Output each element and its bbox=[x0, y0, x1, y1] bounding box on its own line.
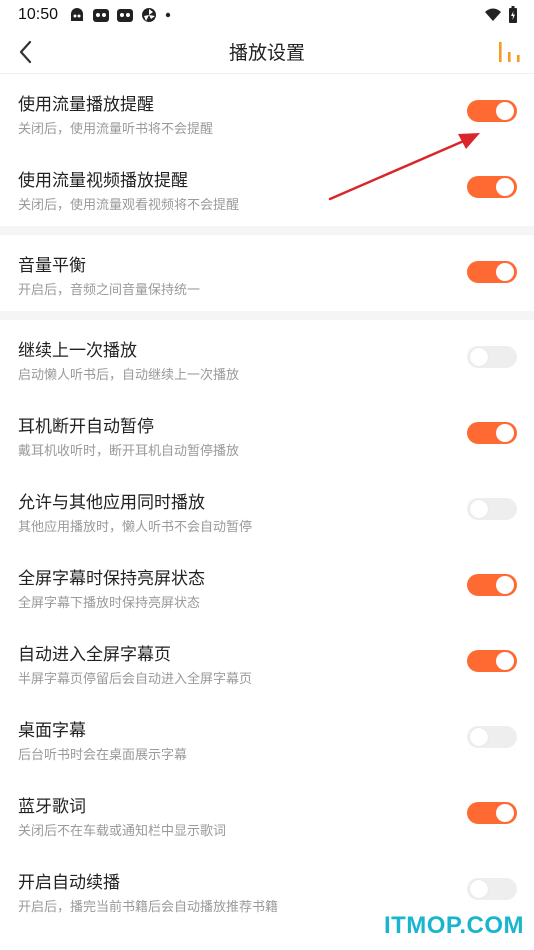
setting-row[interactable]: 自动进入全屏字幕页半屏字幕页停留后会自动进入全屏字幕页 bbox=[0, 624, 534, 700]
setting-toggle[interactable] bbox=[467, 726, 517, 748]
settings-section: 继续上一次播放启动懒人听书后，自动继续上一次播放耳机断开自动暂停戴耳机收听时，断… bbox=[0, 320, 534, 928]
setting-description: 关闭后，使用流量听书将不会提醒 bbox=[18, 121, 214, 136]
setting-row[interactable]: 蓝牙歌词关闭后不在车载或通知栏中显示歌词 bbox=[0, 776, 534, 852]
setting-toggle[interactable] bbox=[467, 100, 517, 122]
chevron-left-icon bbox=[19, 40, 32, 64]
section-divider bbox=[0, 311, 534, 320]
back-button[interactable] bbox=[12, 38, 40, 66]
setting-row[interactable]: 使用流量视频播放提醒关闭后，使用流量观看视频将不会提醒 bbox=[0, 150, 534, 226]
panda-notification-icon bbox=[93, 9, 110, 22]
setting-description: 戴耳机收听时，断开耳机自动暂停播放 bbox=[18, 443, 240, 458]
settings-list: 使用流量播放提醒 关闭后，使用流量听书将不会提醒 使用流量视频播放提醒 关闭后，使用流… bbox=[0, 74, 534, 928]
setting-toggle[interactable] bbox=[467, 176, 517, 198]
setting-description: 开启后，音频之间音量保持统一 bbox=[18, 282, 201, 297]
setting-row[interactable]: 音量平衡开启后，音频之间音量保持统一 bbox=[0, 235, 534, 311]
now-playing-button[interactable] bbox=[496, 40, 522, 64]
setting-title: 开启自动续播 bbox=[18, 873, 120, 892]
setting-title: 使用流量播放提醒 bbox=[18, 95, 154, 114]
wifi-icon bbox=[485, 8, 501, 21]
toggle-knob bbox=[496, 178, 514, 196]
app-bar: 播放设置 bbox=[0, 30, 534, 74]
status-time: 10:50 bbox=[18, 6, 59, 23]
setting-title: 耳机断开自动暂停 bbox=[18, 417, 154, 436]
setting-row[interactable]: 继续上一次播放启动懒人听书后，自动继续上一次播放 bbox=[0, 320, 534, 396]
setting-title: 桌面字幕 bbox=[18, 721, 86, 740]
page-title: 播放设置 bbox=[228, 43, 305, 64]
setting-description: 全屏字幕下播放时保持亮屏状态 bbox=[18, 595, 201, 610]
setting-toggle[interactable] bbox=[467, 574, 517, 596]
setting-title: 使用流量视频播放提醒 bbox=[18, 171, 188, 190]
setting-title: 音量平衡 bbox=[18, 256, 86, 275]
audio-bars-icon bbox=[499, 42, 520, 62]
toggle-knob bbox=[496, 263, 514, 281]
setting-title: 自动进入全屏字幕页 bbox=[18, 645, 171, 664]
setting-description: 启动懒人听书后，自动继续上一次播放 bbox=[18, 367, 240, 382]
setting-description: 半屏字幕页停留后会自动进入全屏字幕页 bbox=[18, 671, 253, 686]
app-notification-icon bbox=[71, 8, 84, 21]
system-icons bbox=[484, 6, 518, 24]
setting-row[interactable]: 桌面字幕后台听书时会在桌面展示字幕 bbox=[0, 700, 534, 776]
watermark: ITMOP.COM bbox=[383, 912, 524, 939]
setting-description: 关闭后不在车载或通知栏中显示歌词 bbox=[18, 823, 227, 838]
setting-row[interactable]: 全屏字幕时保持亮屏状态全屏字幕下播放时保持亮屏状态 bbox=[0, 548, 534, 624]
settings-section: 音量平衡开启后，音频之间音量保持统一 bbox=[0, 235, 534, 311]
notification-icons bbox=[68, 7, 172, 23]
toggle-knob bbox=[470, 880, 488, 898]
pinwheel-notification-icon bbox=[142, 8, 157, 22]
settings-section: 使用流量播放提醒 关闭后，使用流量听书将不会提醒 使用流量视频播放提醒 关闭后，使用流… bbox=[0, 74, 534, 226]
setting-description: 关闭后，使用流量观看视频将不会提醒 bbox=[18, 197, 240, 212]
setting-toggle[interactable] bbox=[467, 650, 517, 672]
setting-title: 允许与其他应用同时播放 bbox=[18, 493, 205, 512]
setting-toggle[interactable] bbox=[467, 878, 517, 900]
setting-description: 后台听书时会在桌面展示字幕 bbox=[18, 747, 188, 762]
toggle-knob bbox=[470, 500, 488, 518]
toggle-knob bbox=[496, 652, 514, 670]
setting-row[interactable]: 耳机断开自动暂停戴耳机收听时，断开耳机自动暂停播放 bbox=[0, 396, 534, 472]
battery-icon bbox=[509, 6, 517, 23]
setting-toggle[interactable] bbox=[467, 802, 517, 824]
setting-description: 开启后，播完当前书籍后会自动播放推荐书籍 bbox=[18, 899, 279, 914]
toggle-knob bbox=[470, 348, 488, 366]
setting-title: 继续上一次播放 bbox=[18, 341, 137, 360]
setting-row[interactable]: 使用流量播放提醒关闭后，使用流量听书将不会提醒 bbox=[0, 74, 534, 150]
setting-title: 蓝牙歌词 bbox=[18, 797, 86, 816]
toggle-knob bbox=[496, 102, 514, 120]
setting-description: 其他应用播放时，懒人听书不会自动暂停 bbox=[18, 519, 253, 534]
toggle-knob bbox=[496, 804, 514, 822]
setting-title: 全屏字幕时保持亮屏状态 bbox=[18, 569, 205, 588]
setting-toggle[interactable] bbox=[467, 422, 517, 444]
setting-row[interactable]: 允许与其他应用同时播放其他应用播放时，懒人听书不会自动暂停 bbox=[0, 472, 534, 548]
setting-toggle[interactable] bbox=[467, 261, 517, 283]
panda-notification-icon-2 bbox=[117, 9, 134, 22]
section-divider bbox=[0, 226, 534, 235]
toggle-knob bbox=[496, 424, 514, 442]
dot-icon bbox=[165, 12, 171, 18]
setting-toggle[interactable] bbox=[467, 346, 517, 368]
status-bar: 10:50 bbox=[0, 0, 534, 30]
setting-toggle[interactable] bbox=[467, 498, 517, 520]
toggle-knob bbox=[496, 576, 514, 594]
toggle-knob bbox=[470, 728, 488, 746]
